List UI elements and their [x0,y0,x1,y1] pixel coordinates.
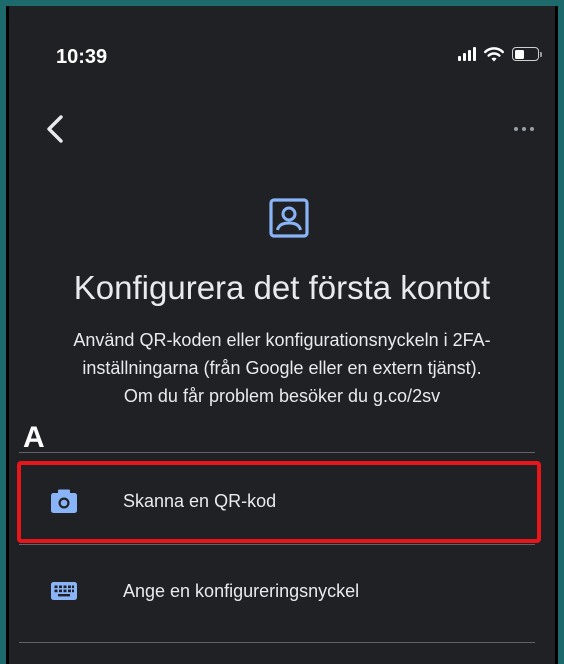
option-label: Ange en konfigureringsnyckel [123,580,360,601]
page-title: Konfigurera det första kontot [73,269,491,306]
account-box-icon [269,198,309,238]
device-frame: 10:39 Konfigurera det första kontot Anvä… [0,0,564,664]
more-options-button[interactable] [509,120,539,138]
more-dot [530,127,534,131]
enter-setup-key-option[interactable]: Ange en konfigureringsnyckel [19,548,535,634]
page-description: Använd QR-koden eller konfigurationsnyck… [29,326,535,410]
signal-icon [458,47,476,61]
divider [19,452,535,453]
annotation-highlight-box [17,461,541,543]
chevron-left-icon [47,115,63,143]
back-button[interactable] [41,112,71,146]
description-line: Om du får problem besöker du g.co/2sv [123,386,441,406]
more-dot [522,127,526,131]
app-screen: 10:39 Konfigurera det första kontot Anvä… [6,6,558,664]
battery-icon [512,47,542,61]
status-icons [458,46,542,62]
wifi-icon [484,47,504,62]
annotation-label: A [23,421,45,454]
status-time: 10:39 [56,46,108,68]
divider [19,544,535,545]
more-dot [514,127,518,131]
description-line: inställningarna (från Google eller en ex… [82,358,482,378]
description-line: Använd QR-koden eller konfigurationsnyck… [73,330,491,350]
keyboard-icon [51,582,77,600]
divider [19,642,535,643]
